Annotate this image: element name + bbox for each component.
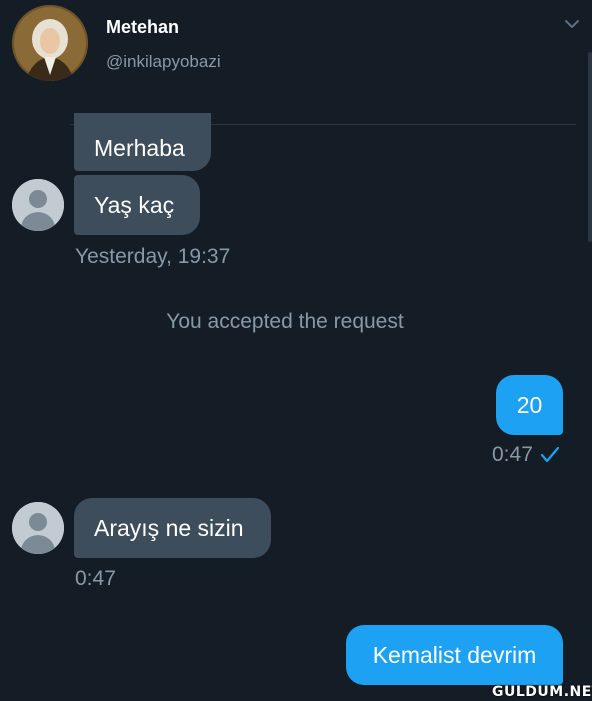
message-text: Merhaba — [94, 135, 185, 161]
message-timestamp: 0:47 — [492, 443, 533, 466]
message-text: Arayış ne sizin — [94, 515, 244, 541]
system-message: You accepted the request — [166, 310, 404, 333]
conversation-header: Metehan @inkilapyobazi — [0, 0, 592, 242]
message-text: Kemalist devrim — [372, 642, 537, 668]
watermark: GULDUM.NET — [492, 684, 592, 700]
message-timestamp: Yesterday, 19:37 — [75, 245, 231, 268]
display-name[interactable]: Metehan — [106, 17, 179, 38]
message-text: Yaş kaç — [94, 192, 175, 218]
message-bubble-outgoing[interactable]: 20 — [496, 375, 563, 435]
message-timestamp: 0:47 — [75, 567, 116, 590]
message-bubble-outgoing[interactable]: Kemalist devrim — [346, 625, 563, 685]
message-text: 20 — [516, 392, 543, 418]
checkmark-icon — [540, 446, 560, 463]
chevron-down-icon[interactable] — [562, 14, 582, 34]
profile-avatar[interactable] — [12, 5, 88, 81]
message-bubble-incoming[interactable]: Merhaba — [74, 113, 211, 171]
sender-avatar[interactable] — [12, 502, 64, 554]
portrait-avatar-icon — [12, 5, 88, 81]
default-user-icon — [12, 179, 64, 231]
message-bubble-incoming[interactable]: Yaş kaç — [74, 175, 200, 235]
scrollbar[interactable] — [588, 52, 592, 242]
message-bubble-incoming[interactable]: Arayış ne sizin — [74, 498, 271, 558]
user-handle: @inkilapyobazi — [106, 52, 221, 71]
default-user-icon — [12, 502, 64, 554]
sender-avatar[interactable] — [12, 179, 64, 231]
